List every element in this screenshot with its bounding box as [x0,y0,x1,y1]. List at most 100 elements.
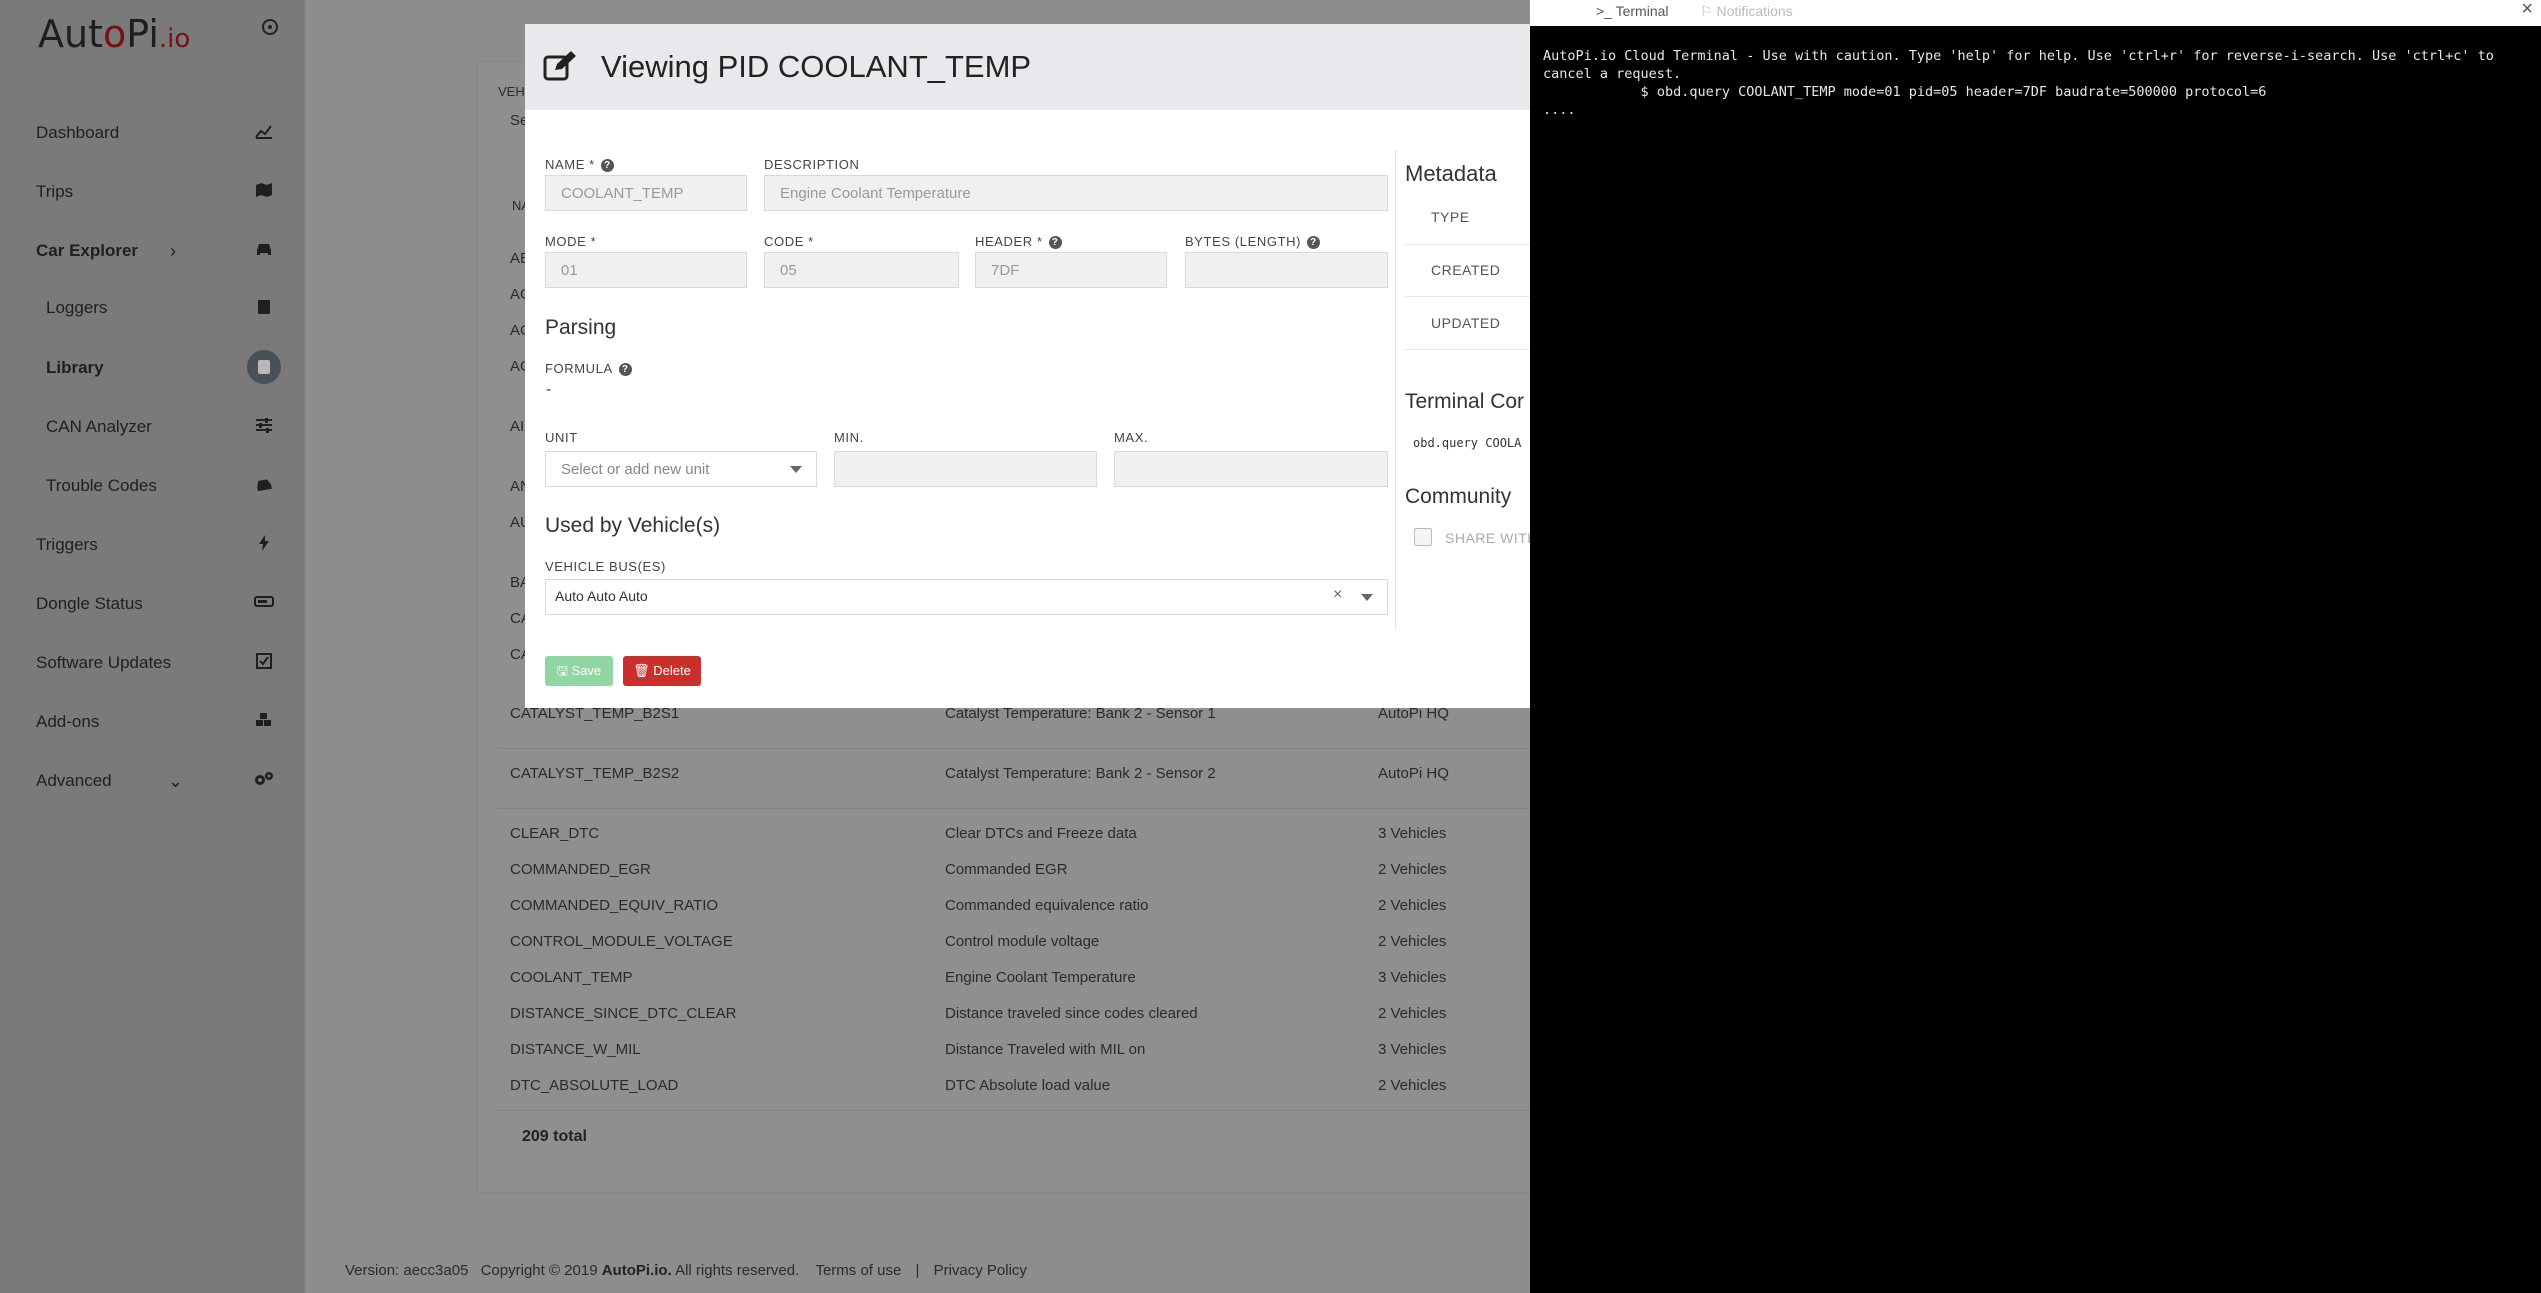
pid-name: COOLANT_TEMP [510,969,633,986]
name-field[interactable]: COOLANT_TEMP [545,175,747,211]
share-checkbox[interactable] [1414,528,1432,546]
pid-description: DTC Absolute load value [945,1077,1111,1094]
chevron-right-icon: › [170,241,176,261]
mode-label: MODE * [545,234,597,249]
autopi-logo[interactable]: AutoPi.io [38,12,190,56]
sidebar-item-car-explorer[interactable]: Car Explorer › [0,231,305,271]
save-button[interactable]: 🖫 Save [545,656,613,686]
community-heading: Community [1405,485,1512,508]
terminal-welcome-line: AutoPi.io Cloud Terminal - Use with caut… [1543,48,2494,64]
book-icon [247,350,281,384]
sidebar-item-can-analyzer[interactable]: CAN Analyzer [0,407,305,447]
cloud-terminal-panel[interactable]: >_ Terminal ⚐ Notifications × AutoPi.io … [1530,0,2541,1293]
vehicle-bus-tag[interactable]: Auto [587,588,616,604]
sidebar-item-loggers[interactable]: Loggers [0,288,305,328]
pid-description: Commanded equivalence ratio [945,897,1149,914]
pin-sidebar-icon[interactable] [262,19,278,35]
modal-title: Viewing PID COOLANT_TEMP [601,49,1032,84]
sidebar-item-label: Add-ons [36,712,100,731]
pid-used-by: 3 Vehicles [1378,825,1447,842]
terminal-output-line: .... [1543,102,1576,118]
tab-notifications[interactable]: ⚐ Notifications [1700,3,1793,20]
code-label: CODE * [764,234,814,249]
privacy-link[interactable]: Privacy Policy [934,1262,1027,1279]
sidebar-item-advanced[interactable]: Advanced ⌄ [0,761,305,801]
terminal-command-heading: Terminal Cor [1405,390,1525,413]
sliders-icon [253,417,275,437]
dongle-icon [253,594,275,614]
sidebar-item-trips[interactable]: Trips [0,172,305,212]
total-count: 209 total [522,1128,587,1145]
min-label: MIN. [834,430,864,445]
sidebar-item-label: Loggers [46,298,108,317]
terminal-icon: >_ [1596,3,1616,19]
pid-name: COMMANDED_EQUIV_RATIO [510,897,719,914]
footer: Version: aecc3a05 Copyright © 2019 AutoP… [345,1262,1027,1279]
footer-separator: | [915,1262,920,1279]
sidebar-item-trouble-codes[interactable]: Trouble Codes [0,466,305,506]
pid-name: CATALYST_TEMP_B2S2 [510,765,680,782]
pid-used-by: 2 Vehicles [1378,1005,1447,1022]
table-row-fragment[interactable]: AI [510,418,524,435]
description-field[interactable]: Engine Coolant Temperature [764,175,1388,211]
pid-description: Catalyst Temperature: Bank 2 - Sensor 2 [945,765,1216,782]
unit-select[interactable]: Select or add new unit [545,451,817,487]
terminal-command-text[interactable]: obd.query COOLA [1413,436,1521,450]
footer-brand[interactable]: AutoPi.io. [602,1262,672,1279]
row-divider [498,748,1558,749]
share-label: SHARE WITH [1445,530,1538,546]
map-icon [253,182,275,202]
save-icon: 🖫 [556,663,572,678]
chevron-down-icon[interactable] [790,466,802,473]
sidebar-item-software-updates[interactable]: Software Updates [0,643,305,683]
header-label: HEADER *? [975,234,1062,249]
trash-icon: 🗑 [633,663,654,678]
bytes-label: BYTES (LENGTH)? [1185,234,1321,249]
flag-icon: ⚐ [1700,3,1717,19]
pid-description: Commanded EGR [945,861,1068,878]
chevron-down-icon[interactable] [1361,594,1373,601]
meta-divider [1405,244,1545,245]
vehicle-bus-tag[interactable]: Auto [555,588,584,604]
chevron-down-icon: ⌄ [168,771,184,791]
vehicle-bus-select[interactable]: Auto Auto Auto [545,579,1388,615]
mode-field[interactable]: 01 [545,252,747,288]
meta-updated-label: UPDATED [1431,315,1501,331]
formula-value: - [546,381,552,398]
code-field[interactable]: 05 [764,252,959,288]
sidebar-item-library[interactable]: Library [0,348,305,388]
sidebar-item-label: Car Explorer [36,241,139,260]
sidebar-item-label: Trouble Codes [46,476,157,495]
clipboard-icon [253,298,275,318]
header-field[interactable]: 7DF [975,252,1167,288]
help-icon[interactable]: ? [1307,236,1321,249]
chart-line-icon [253,123,275,143]
clear-icon[interactable]: × [1333,586,1342,604]
help-icon[interactable]: ? [600,159,614,172]
metadata-panel [1395,150,1545,628]
bytes-field[interactable] [1185,252,1388,288]
meta-divider [1405,296,1545,297]
pid-used-by: 3 Vehicles [1378,969,1447,986]
sidebar-item-dongle-status[interactable]: Dongle Status [0,584,305,624]
delete-button[interactable]: 🗑 Delete [623,656,701,686]
close-icon[interactable]: × [2521,0,2533,21]
cubes-icon [253,712,275,732]
pid-description: Control module voltage [945,933,1100,950]
max-field[interactable] [1114,451,1388,487]
tab-terminal[interactable]: >_ Terminal [1596,3,1669,19]
sidebar-item-label: Trips [36,182,74,201]
pid-used-by: AutoPi HQ [1378,765,1449,782]
terminal-prompt-user [1543,84,1641,100]
help-icon[interactable]: ? [618,363,632,376]
vehicle-bus-label: VEHICLE BUS(ES) [545,559,666,574]
min-field[interactable] [834,451,1097,487]
version-text: Version: aecc3a05 [345,1262,469,1279]
sidebar-item-add-ons[interactable]: Add-ons [0,702,305,742]
help-icon[interactable]: ? [1048,236,1062,249]
vehicle-bus-tag[interactable]: Auto [619,588,648,604]
sidebar-item-dashboard[interactable]: Dashboard [0,113,305,153]
terms-link[interactable]: Terms of use [815,1262,901,1279]
sidebar-item-triggers[interactable]: Triggers [0,525,305,565]
pid-name: CONTROL_MODULE_VOLTAGE [510,933,733,950]
